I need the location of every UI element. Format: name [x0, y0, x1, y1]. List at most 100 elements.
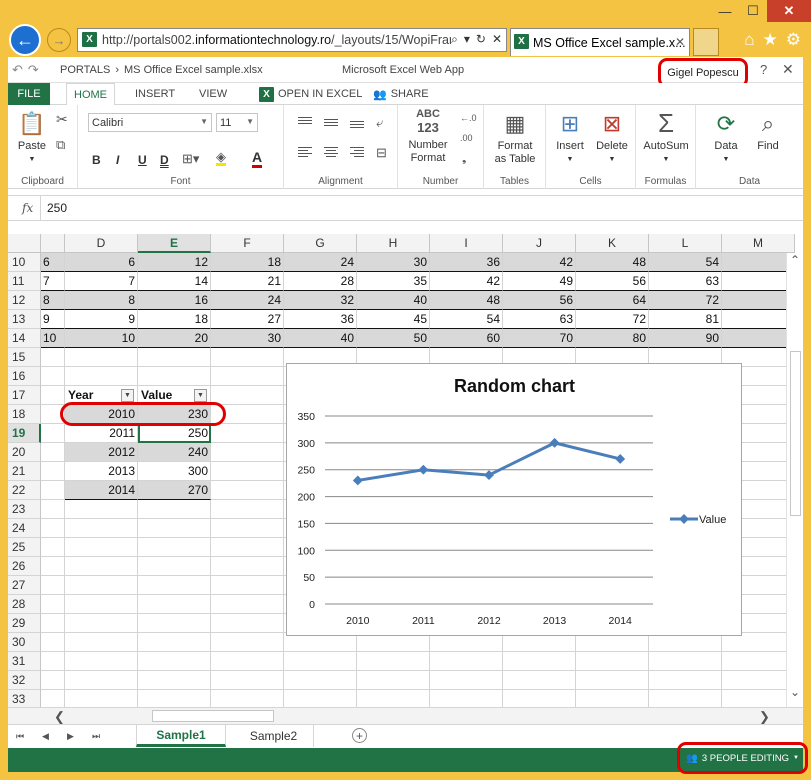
sheet-tab-sample2[interactable]: Sample2	[234, 725, 314, 747]
home-icon[interactable]: ⌂	[744, 30, 754, 50]
col-header-J[interactable]: J	[503, 234, 576, 253]
cell[interactable]: 56	[576, 272, 649, 291]
scroll-right-icon[interactable]: ❯	[759, 709, 770, 725]
row-header-15[interactable]: 15	[8, 348, 41, 367]
cell[interactable]	[41, 519, 65, 538]
cell[interactable]	[722, 253, 795, 272]
cell[interactable]: 7	[65, 272, 138, 291]
filter-dropdown-icon[interactable]: ▼	[121, 389, 134, 402]
format-as-table-button[interactable]: ▦ Format as Table	[488, 109, 542, 166]
cell[interactable]	[138, 576, 211, 595]
value-cell[interactable]: 240	[138, 443, 211, 462]
cell[interactable]	[430, 690, 503, 707]
cell[interactable]	[138, 652, 211, 671]
cell[interactable]	[41, 500, 65, 519]
address-bar[interactable]: X http://portals002. informationtechnolog…	[77, 28, 507, 52]
wrap-text-icon[interactable]: ⤶	[376, 115, 383, 131]
year-cell[interactable]: 2014	[65, 481, 138, 500]
year-cell[interactable]: 2013	[65, 462, 138, 481]
cell[interactable]	[284, 652, 357, 671]
cell[interactable]: 18	[211, 253, 284, 272]
cell[interactable]	[503, 652, 576, 671]
cell[interactable]	[65, 538, 138, 557]
cell[interactable]	[138, 633, 211, 652]
cell[interactable]: 16	[138, 291, 211, 310]
cell[interactable]: 49	[503, 272, 576, 291]
col-header-D[interactable]: D	[65, 234, 138, 253]
cell[interactable]	[65, 595, 138, 614]
cell[interactable]	[138, 557, 211, 576]
tab-home[interactable]: HOME	[66, 83, 115, 106]
cell[interactable]	[65, 348, 138, 367]
borders-icon[interactable]: ⊞▾	[182, 151, 199, 167]
undo-icon[interactable]: ↶	[12, 62, 23, 78]
search-icon[interactable]: ⌕	[451, 32, 458, 47]
vertical-scroll-thumb[interactable]	[790, 351, 801, 516]
cell[interactable]: 24	[211, 291, 284, 310]
row-header-21[interactable]: 21	[8, 462, 41, 481]
cell[interactable]	[211, 443, 284, 462]
filter-dropdown-icon[interactable]: ▼	[194, 389, 207, 402]
maximize-button[interactable]: ☐	[739, 0, 767, 22]
cell[interactable]	[649, 690, 722, 707]
underline-button[interactable]: U	[138, 153, 147, 167]
tab-insert[interactable]: INSERT	[128, 83, 182, 105]
stop-icon[interactable]: ✕	[492, 32, 502, 47]
row-header-10[interactable]: 10	[8, 253, 41, 272]
cell[interactable]: 9	[65, 310, 138, 329]
cell[interactable]	[65, 557, 138, 576]
cell[interactable]: 32	[284, 291, 357, 310]
cell[interactable]	[211, 367, 284, 386]
cell[interactable]: 42	[430, 272, 503, 291]
cell[interactable]	[284, 671, 357, 690]
cell[interactable]	[65, 576, 138, 595]
cell[interactable]	[138, 500, 211, 519]
delete-cells-button[interactable]: ⊠ Delete ▼	[592, 109, 632, 166]
tab-file[interactable]: FILE	[8, 83, 50, 105]
settings-gear-icon[interactable]: ⚙	[786, 30, 801, 50]
find-button[interactable]: ⌕ Find	[748, 109, 788, 153]
row-header-11[interactable]: 11	[8, 272, 41, 291]
number-format-button[interactable]: ABC 123 Number Format	[402, 109, 454, 165]
cell[interactable]	[41, 443, 65, 462]
cell[interactable]: 21	[211, 272, 284, 291]
row-header-22[interactable]: 22	[8, 481, 41, 500]
last-sheet-icon[interactable]: ⏭	[92, 731, 100, 742]
cell[interactable]	[357, 652, 430, 671]
cell[interactable]: 63	[649, 272, 722, 291]
cell[interactable]	[138, 595, 211, 614]
cell[interactable]	[211, 614, 284, 633]
cell[interactable]: 81	[649, 310, 722, 329]
cell[interactable]	[649, 652, 722, 671]
paste-button[interactable]: 📋 Paste ▼	[14, 109, 50, 166]
col-header-K[interactable]: K	[576, 234, 649, 253]
next-sheet-icon[interactable]: ▶	[67, 731, 74, 742]
fill-color-icon[interactable]: ◈	[216, 150, 226, 166]
cell[interactable]: 64	[576, 291, 649, 310]
cell[interactable]	[65, 690, 138, 707]
cell[interactable]	[211, 633, 284, 652]
cell[interactable]	[65, 519, 138, 538]
refresh-icon[interactable]: ↻	[476, 32, 486, 47]
row-header-32[interactable]: 32	[8, 671, 41, 690]
cell[interactable]	[576, 690, 649, 707]
row-header-17[interactable]: 17	[8, 386, 41, 405]
align-center-icon[interactable]	[324, 147, 338, 157]
cell[interactable]	[576, 671, 649, 690]
cell[interactable]	[41, 348, 65, 367]
cell[interactable]: 10	[41, 329, 65, 348]
cell[interactable]	[211, 671, 284, 690]
value-cell[interactable]: 250	[138, 424, 211, 443]
cell[interactable]	[41, 424, 65, 443]
row-header-14[interactable]: 14	[8, 329, 41, 348]
col-header-L[interactable]: L	[649, 234, 722, 253]
cell[interactable]	[722, 310, 795, 329]
cell[interactable]	[357, 690, 430, 707]
cell[interactable]	[211, 652, 284, 671]
line-chart[interactable]: Random chart 0 50 100 150 200 250 300 350 2010 20…	[286, 363, 742, 636]
comma-style-icon[interactable]: ❟	[462, 153, 466, 166]
cell[interactable]	[138, 671, 211, 690]
cell[interactable]	[41, 614, 65, 633]
cell[interactable]: 72	[649, 291, 722, 310]
cell[interactable]: 42	[503, 253, 576, 272]
